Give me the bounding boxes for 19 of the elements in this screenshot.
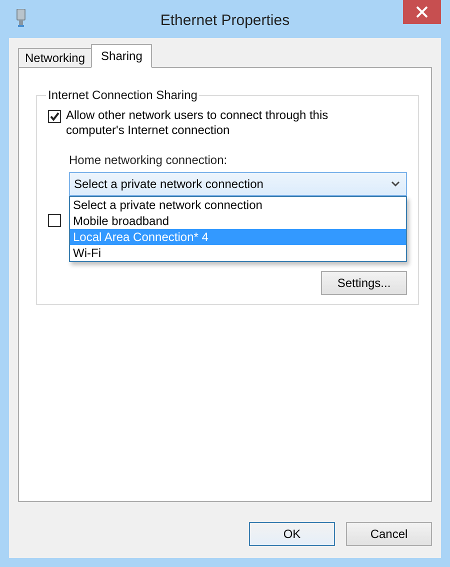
- ok-button[interactable]: OK: [249, 522, 335, 546]
- tab[interactable]: Networking: [18, 48, 92, 68]
- checkbox[interactable]: [48, 110, 61, 123]
- dropdown-option[interactable]: Mobile broadband: [70, 213, 406, 229]
- settings-button[interactable]: Settings...: [321, 271, 407, 295]
- close-icon: [416, 6, 428, 18]
- network-adapter-icon: [16, 9, 26, 27]
- group-title: Internet Connection Sharing: [47, 88, 198, 102]
- connection-dropdown[interactable]: Select a private network connection: [69, 172, 407, 196]
- cancel-button[interactable]: Cancel: [346, 522, 432, 546]
- dropdown-option[interactable]: Wi-Fi: [70, 245, 406, 261]
- home-connection-label: Home networking connection:: [69, 153, 228, 167]
- dropdown-option[interactable]: Select a private network connection: [70, 197, 406, 213]
- window-title: Ethernet Properties: [160, 10, 290, 28]
- checkbox[interactable]: [48, 214, 61, 227]
- close-button[interactable]: [403, 0, 441, 24]
- chevron-icon: [391, 181, 400, 187]
- tab[interactable]: Sharing: [91, 44, 152, 68]
- allow-connect-label: Allow other network users to connect through this computer's Internet connection: [66, 108, 330, 138]
